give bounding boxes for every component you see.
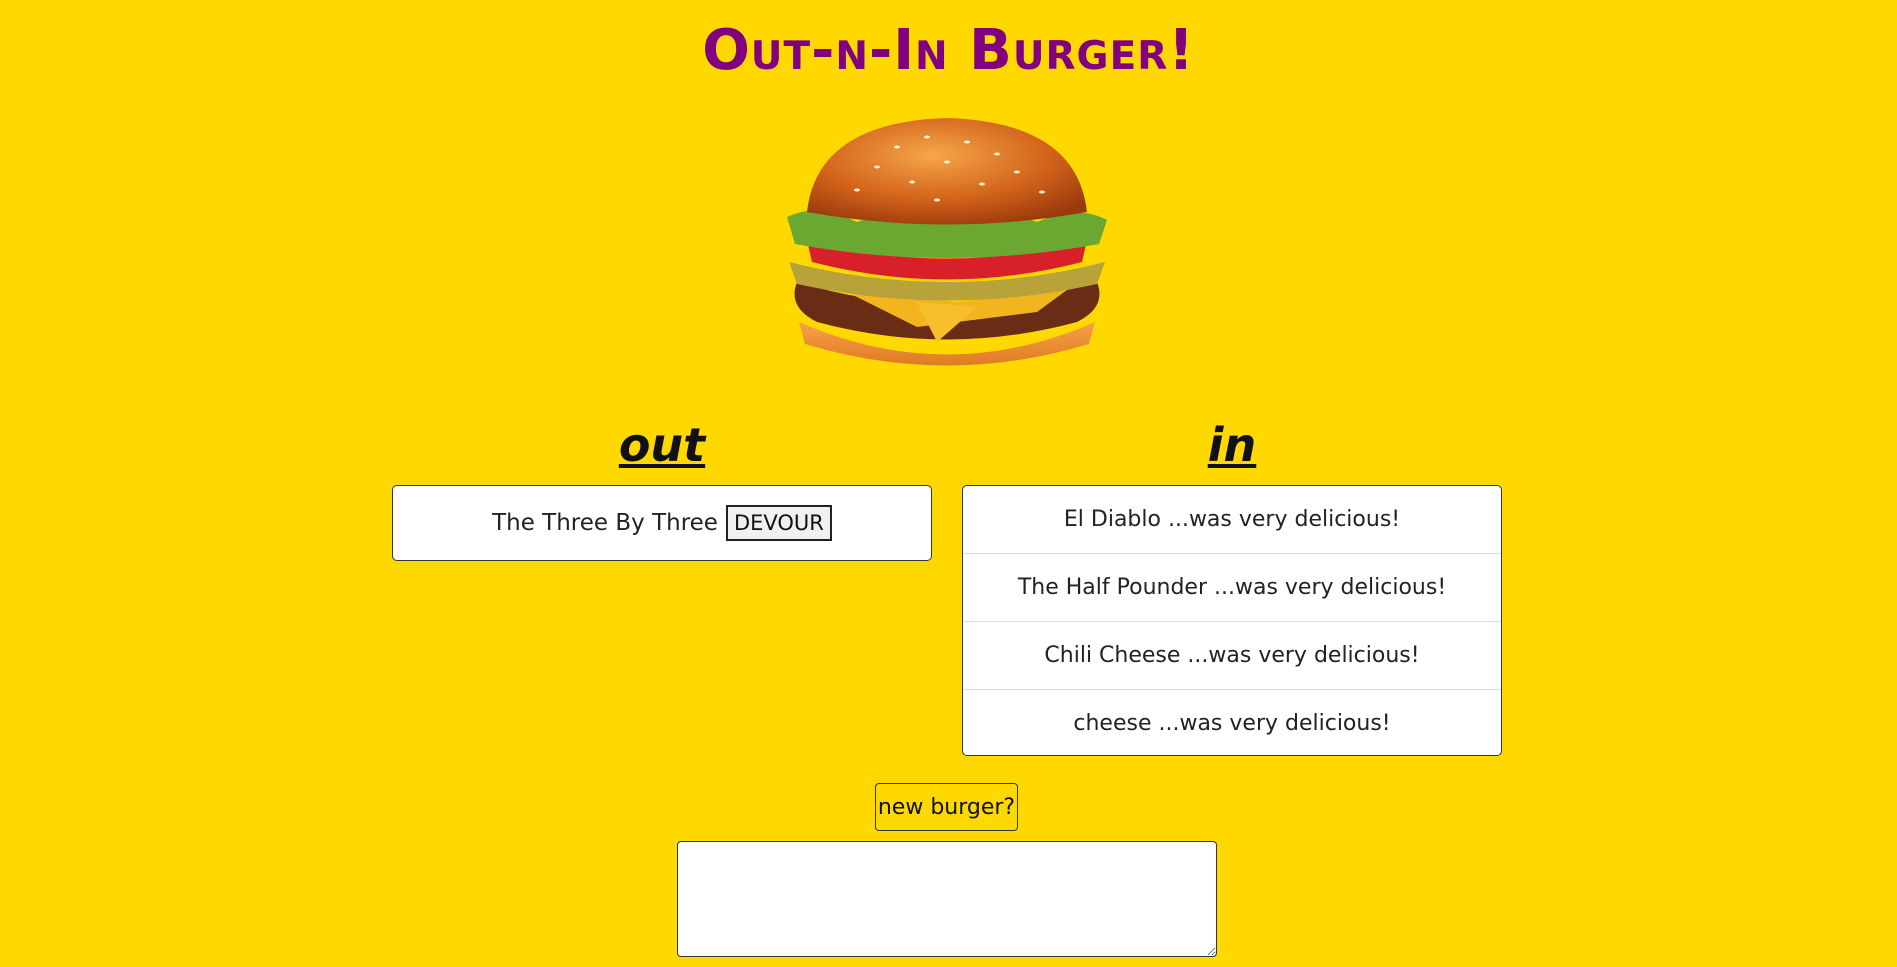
burger-name-input[interactable] <box>677 841 1217 957</box>
list-item: The Half Pounder ...was very delicious! <box>963 554 1501 622</box>
list-item: El Diablo ...was very delicious! <box>963 486 1501 554</box>
out-burger-name: The Three By Three <box>492 510 718 536</box>
devour-button[interactable]: DEVOUR <box>725 505 832 541</box>
new-burger-button[interactable]: new burger? <box>875 783 1018 831</box>
page-title: Out-n-In Burger! <box>702 18 1195 83</box>
burger-image <box>787 118 1107 366</box>
out-list: The Three By Three DEVOUR <box>392 485 932 561</box>
in-list: El Diablo ...was very delicious! The Hal… <box>962 485 1502 756</box>
list-item: Chili Cheese ...was very delicious! <box>963 622 1501 690</box>
in-heading: in <box>1207 418 1257 472</box>
out-heading: out <box>618 418 706 472</box>
list-item: cheese ...was very delicious! <box>1073 711 1391 736</box>
